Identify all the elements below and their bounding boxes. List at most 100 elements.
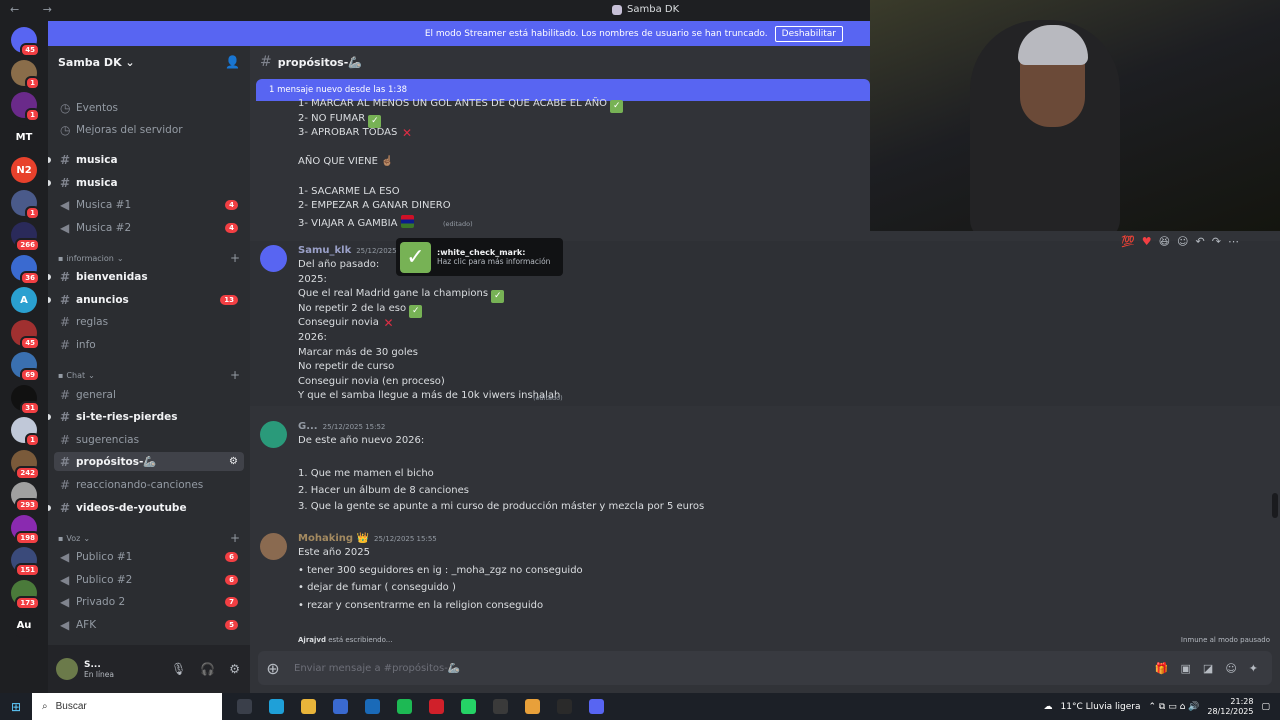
server-icon[interactable]: 45: [11, 319, 40, 350]
emoji-icon[interactable]: ☺: [1225, 662, 1236, 675]
sidebar-item-boost[interactable]: ◷ Mejoras del servidor: [54, 120, 244, 139]
sidebar-item-channel[interactable]: # videos-de-youtube: [48, 498, 244, 517]
server-icon[interactable]: 1: [11, 59, 40, 90]
server-icon[interactable]: 242: [11, 449, 40, 480]
reply-icon[interactable]: ↶: [1196, 235, 1205, 249]
server-icon[interactable]: 1: [11, 189, 40, 220]
server-icon[interactable]: Au: [11, 612, 37, 638]
check-mark-icon[interactable]: ✓: [368, 114, 382, 128]
category-header[interactable]: ▪ informacion ⌄ +: [58, 251, 244, 265]
edge-icon[interactable]: [260, 693, 292, 720]
cross-mark-icon[interactable]: ✕: [401, 127, 414, 140]
sidebar-item-channel[interactable]: # sugerencias: [54, 430, 244, 449]
category-header[interactable]: ▪ Voz ⌄ +: [58, 531, 244, 545]
app-icon[interactable]: [484, 693, 516, 720]
avatar[interactable]: [260, 533, 287, 560]
check-mark-icon[interactable]: ✓: [491, 290, 505, 304]
sidebar-item-channel[interactable]: # info: [54, 335, 244, 354]
task-view-icon[interactable]: [228, 693, 260, 720]
server-icon[interactable]: 69: [11, 352, 40, 382]
server-icon[interactable]: 1: [11, 92, 40, 122]
user-info[interactable]: S... En línea: [84, 660, 114, 679]
avatar[interactable]: [260, 245, 287, 272]
message-input[interactable]: [288, 662, 1155, 674]
server-icon[interactable]: 198: [11, 514, 40, 545]
add-channel-icon[interactable]: +: [230, 531, 240, 545]
author-name[interactable]: Samu_klk: [298, 245, 351, 256]
hundred-icon[interactable]: 💯: [1121, 235, 1135, 249]
sidebar-item-channel[interactable]: # reaccionando-canciones: [54, 475, 244, 494]
discord-icon[interactable]: [580, 693, 612, 720]
outlook-icon[interactable]: [356, 693, 388, 720]
sidebar-item-channel[interactable]: ◀ Musica #2 4: [54, 218, 244, 237]
gift-icon[interactable]: 🎁: [1155, 662, 1169, 675]
obs-icon[interactable]: [548, 693, 580, 720]
server-icon[interactable]: 1: [11, 417, 40, 447]
taskbar-search[interactable]: ⌕ Buscar: [32, 693, 222, 720]
chrome-icon[interactable]: [516, 693, 548, 720]
add-member-icon[interactable]: 👤: [225, 55, 240, 69]
disable-streamer-button[interactable]: Deshabilitar: [774, 25, 843, 42]
emoji-tooltip[interactable]: ✓ :white_check_mark: Haz clic para más in…: [396, 238, 563, 276]
server-icon[interactable]: 31: [11, 384, 40, 415]
clock[interactable]: 21:28 28/12/2025: [1207, 697, 1253, 717]
store-icon[interactable]: [324, 693, 356, 720]
tray-icons[interactable]: ⌃ ⧉ ▭ ⌂ 🔊: [1149, 702, 1200, 712]
nav-arrows-icon[interactable]: ← →: [10, 3, 62, 16]
server-icon[interactable]: N2: [11, 157, 37, 183]
heart-icon[interactable]: ♥: [1142, 235, 1152, 249]
sidebar-item-calendar[interactable]: ◷ Eventos: [54, 98, 244, 117]
sidebar-item-channel[interactable]: ◀ AFK 5: [54, 615, 244, 634]
gambia-flag-icon[interactable]: [400, 214, 414, 228]
gear-icon[interactable]: ⚙: [229, 456, 238, 467]
sidebar-item-channel[interactable]: # reglas: [54, 312, 244, 331]
server-icon[interactable]: 173: [11, 579, 40, 610]
whatsapp-icon[interactable]: [452, 693, 484, 720]
server-icon[interactable]: MT: [11, 124, 37, 151]
notification-icon[interactable]: ▢: [1261, 702, 1270, 712]
sidebar-item-channel[interactable]: # musica: [48, 150, 244, 169]
sidebar-item-channel[interactable]: # propósitos-🦾 ⚙: [54, 452, 244, 471]
sidebar-item-channel[interactable]: ◀ Publico #1 6: [54, 547, 244, 566]
sidebar-item-channel[interactable]: ◀ Publico #2 6: [54, 570, 244, 589]
headphones-icon[interactable]: 🎧: [200, 662, 215, 676]
sticker-icon[interactable]: ◪: [1203, 662, 1213, 675]
server-icon[interactable]: 36: [11, 254, 40, 285]
add-attachment-icon[interactable]: ⊕: [258, 659, 288, 678]
server-icon[interactable]: A: [11, 287, 37, 313]
sidebar-item-channel[interactable]: # si-te-ries-pierdes: [48, 407, 244, 426]
category-header[interactable]: ▪ Chat ⌄ +: [58, 368, 244, 382]
add-reaction-icon[interactable]: ☺: [1177, 235, 1188, 249]
sidebar-item-channel[interactable]: # bienvenidas: [48, 267, 244, 286]
server-icon[interactable]: 266: [11, 222, 40, 252]
sidebar-item-channel[interactable]: ◀ Privado 2 7: [54, 592, 244, 611]
more-icon[interactable]: ⋯: [1228, 235, 1239, 249]
avatar[interactable]: [260, 421, 287, 448]
add-channel-icon[interactable]: +: [230, 368, 240, 382]
check-mark-icon[interactable]: ✓: [409, 304, 423, 318]
windows-start-icon[interactable]: ⊞: [0, 700, 32, 714]
author-name[interactable]: Mohaking 👑: [298, 533, 369, 544]
laugh-icon[interactable]: 😆: [1159, 235, 1170, 249]
add-channel-icon[interactable]: +: [230, 251, 240, 265]
sidebar-item-channel[interactable]: # general: [54, 385, 244, 404]
check-mark-icon[interactable]: ✓: [610, 100, 624, 113]
gif-icon[interactable]: ▣: [1181, 662, 1191, 675]
microphone-icon[interactable]: 🎙: [171, 662, 186, 676]
avatar[interactable]: [56, 658, 78, 680]
weather-text[interactable]: 11°C Lluvia ligera: [1061, 702, 1141, 712]
server-header[interactable]: Samba DK ⌄ 👤: [48, 46, 250, 78]
opera-icon[interactable]: [420, 693, 452, 720]
forward-icon[interactable]: ↷: [1212, 235, 1221, 249]
scrollbar-thumb[interactable]: [1272, 493, 1278, 518]
file-explorer-icon[interactable]: [292, 693, 324, 720]
sidebar-item-channel[interactable]: ◀ Musica #1 4: [54, 195, 244, 214]
server-icon[interactable]: 151: [11, 547, 40, 577]
sidebar-item-channel[interactable]: # musica: [48, 173, 244, 192]
apps-icon[interactable]: ✦: [1249, 662, 1258, 675]
cross-mark-icon[interactable]: ✕: [382, 317, 395, 330]
author-name[interactable]: G...: [298, 421, 318, 432]
spotify-icon[interactable]: [388, 693, 420, 720]
server-icon[interactable]: 293: [11, 482, 40, 512]
sidebar-item-channel[interactable]: # anuncios 13: [48, 290, 244, 309]
